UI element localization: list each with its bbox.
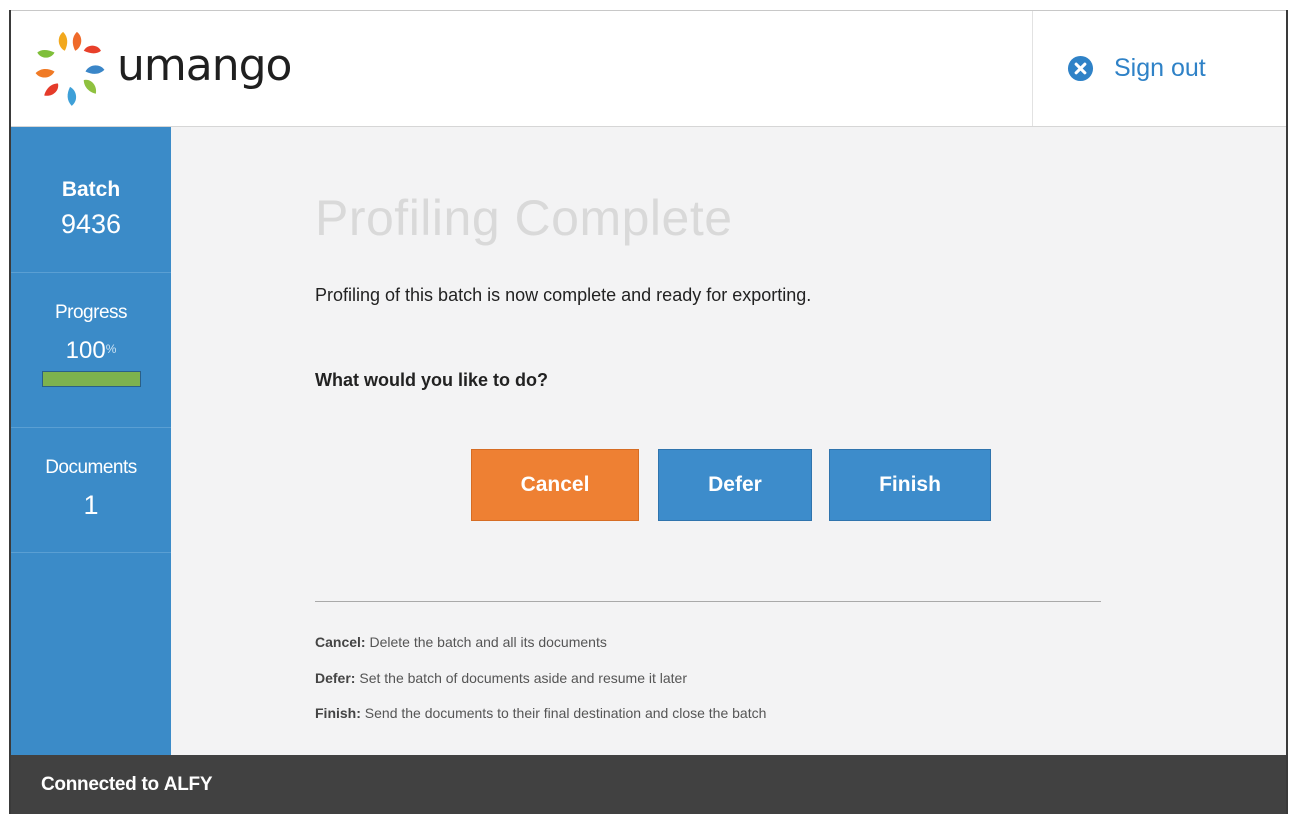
batch-number: 9436 (60, 209, 122, 239)
app-window: umango Sign out Batch 9436 Progress 100% (9, 10, 1288, 814)
signout-area: Sign out (1032, 11, 1286, 126)
progress-unit: % (105, 342, 117, 356)
batch-label: Batch (61, 178, 121, 201)
help-text: Send the documents to their final destin… (360, 705, 767, 721)
server-name: ALFY (163, 773, 213, 795)
progress-bar-fill (42, 372, 140, 386)
close-circle-icon (1067, 55, 1094, 82)
progress-number: 100 (65, 337, 106, 364)
documents-count: 1 (83, 490, 99, 520)
documents-label: Documents (45, 457, 137, 478)
page-title: Profiling Complete (315, 190, 733, 246)
progress-bar (41, 371, 141, 387)
connection-prefix: Connected to (41, 773, 159, 795)
progress-info: Progress 100% (11, 273, 171, 428)
umango-flower-logo-icon (35, 31, 105, 106)
cancel-button[interactable]: Cancel (471, 449, 639, 521)
logo: umango (27, 23, 292, 113)
help-term: Cancel: (315, 634, 366, 650)
status-bar: Connected to ALFY (11, 755, 1286, 814)
help-finish: Finish: Send the documents to their fina… (315, 705, 766, 721)
documents-info: Documents 1 (11, 428, 171, 553)
finish-button[interactable]: Finish (829, 449, 991, 521)
batch-info: Batch 9436 (11, 127, 171, 273)
help-cancel: Cancel: Delete the batch and all its doc… (315, 634, 607, 650)
signout-button[interactable]: Sign out (1067, 54, 1206, 83)
question-text: What would you like to do? (315, 370, 548, 390)
main-content: Profiling Complete Profiling of this bat… (171, 127, 1286, 755)
intro-text: Profiling of this batch is now complete … (315, 285, 812, 305)
signout-label: Sign out (1114, 54, 1206, 82)
sidebar: Batch 9436 Progress 100% Documents 1 (11, 127, 171, 755)
help-term: Defer: (315, 670, 356, 686)
progress-value: 100% (11, 337, 171, 365)
defer-button[interactable]: Defer (658, 449, 812, 521)
header: umango Sign out (11, 11, 1286, 127)
help-term: Finish: (315, 705, 361, 721)
help-defer: Defer: Set the batch of documents aside … (315, 670, 687, 686)
help-text: Delete the batch and all its documents (365, 634, 607, 650)
progress-label: Progress (54, 302, 128, 323)
logo-wordmark: umango (117, 40, 292, 91)
divider (315, 601, 1101, 602)
help-text: Set the batch of documents aside and res… (355, 670, 687, 686)
